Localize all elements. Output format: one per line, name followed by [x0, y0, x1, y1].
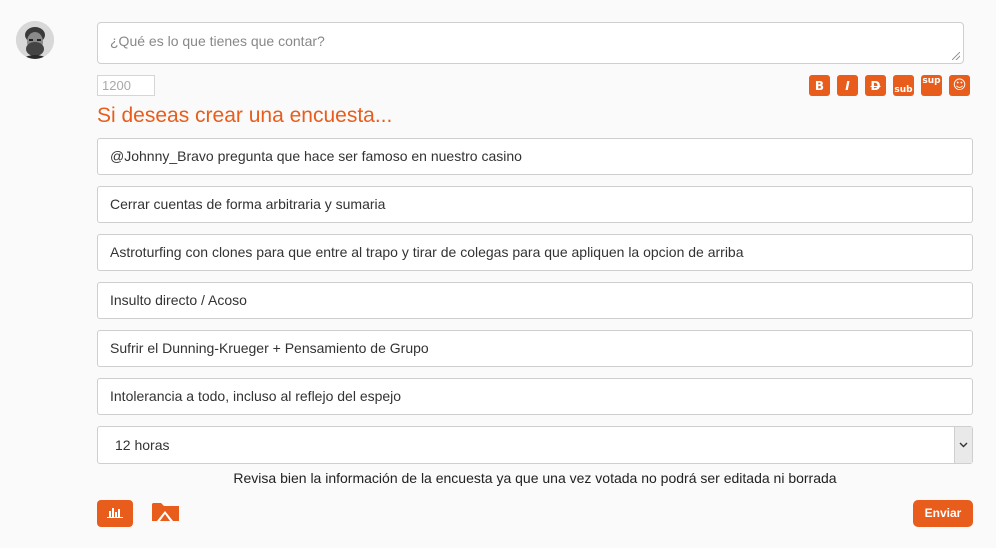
strikethrough-button[interactable]: D [865, 75, 886, 96]
folder-upload-icon [151, 500, 181, 527]
bar-chart-icon [107, 505, 123, 523]
post-textarea[interactable]: ¿Qué es lo que tienes que contar? [97, 22, 964, 64]
poll-warning: Revisa bien la información de la encuest… [233, 470, 837, 486]
poll-heading: Si deseas crear una encuesta... [97, 104, 393, 127]
upload-button[interactable] [150, 500, 182, 527]
resize-grip-icon[interactable] [952, 52, 960, 60]
poll-option-6[interactable]: Intolerancia a todo, incluso al reflejo … [97, 378, 973, 415]
poll-option-2[interactable]: Cerrar cuentas de forma arbitraria y sum… [97, 186, 973, 223]
bold-button[interactable]: B [809, 75, 830, 96]
poll-option-1[interactable]: @Johnny_Bravo pregunta que hace ser famo… [97, 138, 973, 175]
poll-option-4[interactable]: Insulto directo / Acoso [97, 282, 973, 319]
poll-toggle-button[interactable] [97, 500, 133, 527]
poll-duration-select[interactable]: 12 horas [97, 426, 973, 464]
poll-duration-value: 12 horas [115, 437, 170, 453]
chevron-down-icon[interactable] [954, 427, 972, 463]
subscript-button[interactable]: sub [893, 75, 914, 96]
poll-option-3[interactable]: Astroturfing con clones para que entre a… [97, 234, 973, 271]
avatar [16, 21, 54, 59]
poll-option-5[interactable]: Sufrir el Dunning-Krueger + Pensamiento … [97, 330, 973, 367]
char-counter: 1200 [97, 75, 155, 96]
send-button[interactable]: Enviar [913, 500, 973, 527]
post-placeholder: ¿Qué es lo que tienes que contar? [110, 33, 325, 49]
italic-button[interactable]: I [837, 75, 858, 96]
superscript-button[interactable]: sup [921, 75, 942, 96]
emoji-button[interactable]: ☺ [949, 75, 970, 96]
